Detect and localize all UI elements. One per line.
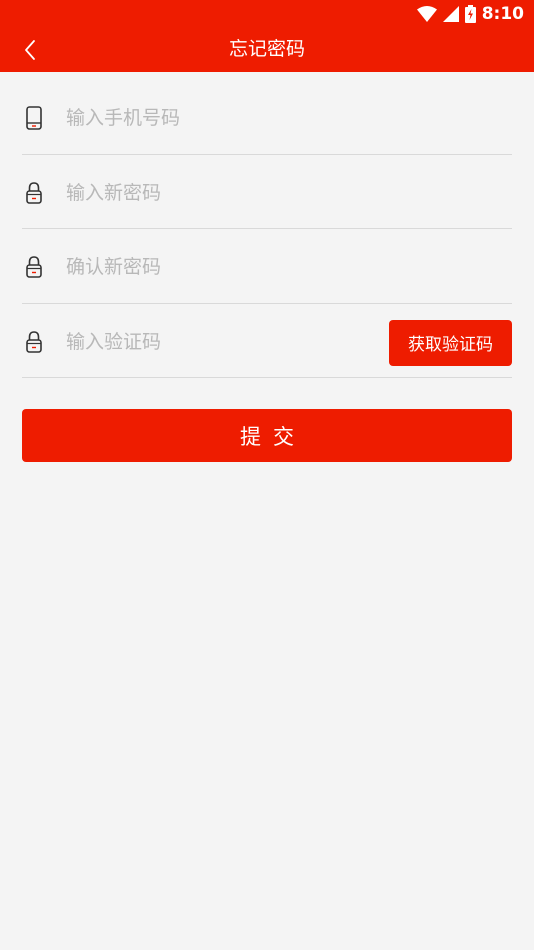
verify-code-input[interactable] [66,321,366,362]
status-time: 8:10 [481,4,524,24]
back-button[interactable] [14,34,46,66]
get-code-button[interactable]: 获取验证码 [389,319,512,366]
lock-icon [26,330,42,353]
new-password-input[interactable] [66,172,366,213]
signal-icon [442,6,459,22]
forgot-password-form: 获取验证码 [22,80,512,378]
confirm-password-input[interactable] [66,247,366,287]
phone-row [22,80,512,155]
wifi-icon [416,6,437,22]
app-bar: 忘记密码 [0,28,534,72]
new-password-row [22,155,512,229]
page-title: 忘记密码 [228,38,305,60]
status-icons: 8:10 [416,3,524,25]
phone-input[interactable] [66,98,366,138]
battery-charging-icon [464,5,476,23]
chevron-left-icon [25,40,35,60]
lock-icon [26,181,42,204]
verify-code-row: 获取验证码 [22,304,512,378]
phone-icon [26,106,42,130]
status-bar: 8:10 [0,0,534,28]
confirm-password-row [22,229,512,304]
submit-button[interactable]: 提交 [22,409,512,462]
lock-icon [26,256,42,278]
